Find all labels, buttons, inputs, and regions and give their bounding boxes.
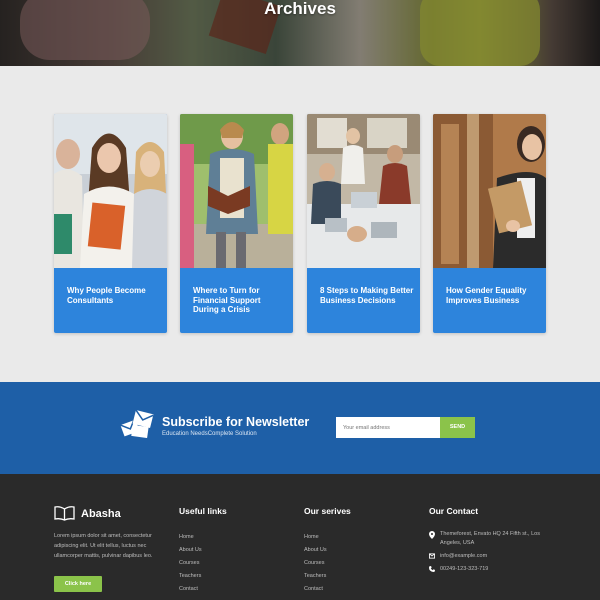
- service-link-courses[interactable]: Courses: [304, 557, 327, 570]
- footer-link-courses[interactable]: Courses: [179, 557, 202, 570]
- post-card[interactable]: 8 Steps to Making Better Business Decisi…: [307, 114, 420, 333]
- newsletter-icon: [120, 410, 154, 438]
- post-title[interactable]: Why People Become Consultants: [67, 286, 162, 305]
- post-title[interactable]: 8 Steps to Making Better Business Decisi…: [320, 286, 415, 305]
- service-link-home[interactable]: Home: [304, 531, 327, 544]
- send-button[interactable]: SEND: [440, 417, 475, 438]
- hero-banner: Archives: [0, 0, 600, 66]
- useful-links-list: Home About Us Courses Teachers Contact: [179, 531, 202, 596]
- useful-links-title: Useful links: [179, 506, 227, 516]
- post-card[interactable]: Where to Turn for Financial Support Duri…: [180, 114, 293, 333]
- mail-icon: [429, 553, 435, 559]
- location-pin-icon: [429, 531, 435, 539]
- services-title: Our serives: [304, 506, 351, 516]
- newsletter-title: Subscribe for Newsletter: [162, 415, 310, 429]
- post-thumbnail[interactable]: [433, 114, 546, 268]
- post-card[interactable]: How Gender Equality Improves Business: [433, 114, 546, 333]
- services-list: Home About Us Courses Teachers Contact: [304, 531, 327, 596]
- address-text: Themeforest, Envato HQ 24 Fifth st., Los…: [440, 531, 540, 546]
- click-here-button[interactable]: Click here: [54, 576, 102, 592]
- post-thumbnail[interactable]: [307, 114, 420, 268]
- post-thumbnail[interactable]: [54, 114, 167, 268]
- service-link-teachers[interactable]: Teachers: [304, 570, 327, 583]
- phone-icon: [429, 566, 435, 572]
- page-title: Archives: [264, 0, 336, 18]
- footer-logo[interactable]: Abasha: [54, 506, 121, 521]
- contact-title: Our Contact: [429, 506, 479, 516]
- phone-text[interactable]: 00249-123-323-719: [440, 565, 488, 574]
- service-link-about[interactable]: About Us: [304, 544, 327, 557]
- newsletter-subtitle: Education NeedsComplete Solution: [162, 431, 257, 437]
- footer-link-contact[interactable]: Contact: [179, 583, 202, 596]
- email-input[interactable]: [336, 417, 440, 438]
- post-title[interactable]: Where to Turn for Financial Support Duri…: [193, 286, 288, 315]
- service-link-contact[interactable]: Contact: [304, 583, 327, 596]
- footer-link-teachers[interactable]: Teachers: [179, 570, 202, 583]
- archive-cards: Why People Become Consultants Where to T…: [54, 114, 546, 334]
- post-card[interactable]: Why People Become Consultants: [54, 114, 167, 333]
- footer-link-home[interactable]: Home: [179, 531, 202, 544]
- brand-name: Abasha: [81, 507, 121, 520]
- post-title[interactable]: How Gender Equality Improves Business: [446, 286, 541, 305]
- book-icon: [54, 506, 75, 521]
- footer-link-about[interactable]: About Us: [179, 544, 202, 557]
- contact-address: Themeforest, Envato HQ 24 Fifth st., Los…: [429, 530, 549, 548]
- footer-about-text: Lorem ipsum dolor sit amet, consectetur …: [54, 533, 153, 559]
- contact-email[interactable]: info@example.com: [429, 552, 549, 561]
- email-text[interactable]: info@example.com: [440, 552, 487, 561]
- contact-list: Themeforest, Envato HQ 24 Fifth st., Los…: [429, 530, 549, 578]
- contact-phone[interactable]: 00249-123-323-719: [429, 565, 549, 574]
- post-thumbnail[interactable]: [180, 114, 293, 268]
